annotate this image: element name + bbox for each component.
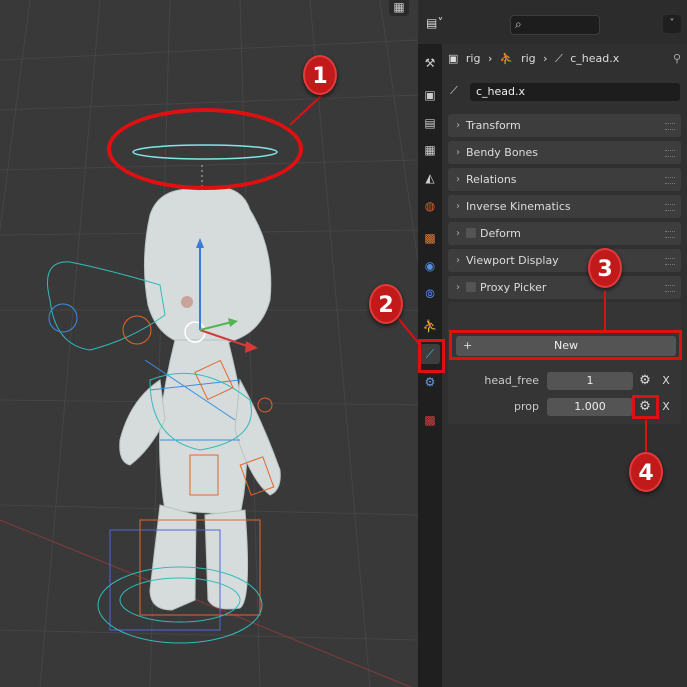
chevron-right-icon: › [456,120,460,131]
bone-properties-panel: ▣ rig › ⛹ rig › ⟋ c_head.x ⚲ ⟋ c_head.x … [442,44,687,687]
scene-tab[interactable]: ◭ [420,168,440,188]
panel-label: Deform [480,227,521,240]
physics-icon: ⦾ [425,287,435,301]
bone-name-row: ⟋ c_head.x [448,82,681,102]
breadcrumb-item-armature[interactable]: rig [521,52,536,65]
callout-3: 3 [588,248,622,288]
viewport-overlay-grid-icon[interactable]: ▦ [389,0,409,16]
panel-label: Proxy Picker [480,281,547,294]
chevron-right-icon: › [456,147,460,158]
bone-icon: ⟋ [555,52,563,65]
texture-icon: ▩ [424,413,436,427]
output-icon: ▤ [424,116,436,130]
character-eye [181,296,193,308]
render-tab[interactable]: ▣ [420,85,440,105]
drag-handle-icon[interactable] [665,177,675,184]
render-icon: ▣ [424,88,436,102]
chevron-right-icon: › [456,255,460,266]
panel-relations[interactable]: › Relations [448,168,681,191]
panel-proxy-picker[interactable]: › Proxy Picker [448,276,681,299]
tool-icon: ⚒ [424,56,436,70]
breadcrumb-separator: › [543,52,548,65]
panel-deform[interactable]: › Deform [448,222,681,245]
drag-handle-icon[interactable] [665,204,675,211]
drag-handle-icon[interactable] [665,231,675,238]
panel-inverse-kinematics[interactable]: › Inverse Kinematics [448,195,681,218]
view-layer-tab[interactable]: ▦ [420,140,440,160]
drag-handle-icon[interactable] [665,150,675,157]
panel-label: Relations [466,173,517,186]
annotation-highlight-bone-tab [418,339,445,373]
object-icon: ▩ [424,231,436,245]
modifiers-tab[interactable]: ◉ [420,256,440,276]
callout-1: 1 [303,55,337,95]
panel-enable-checkbox[interactable] [466,282,476,292]
custom-property-row: head_free 1 ⚙ X [448,372,681,390]
panel-transform[interactable]: › Transform [448,114,681,137]
properties-header: ▤˅ ⌕ ˅ [418,0,687,45]
armature-icon: ⛹ [422,319,438,333]
panel-label: Transform [466,119,521,132]
remove-property-button[interactable]: X [659,398,673,416]
physics-tab[interactable]: ⦾ [420,284,440,304]
remove-property-button[interactable]: X [659,372,673,390]
drag-handle-icon[interactable] [665,285,675,292]
callout-4: 4 [629,452,663,492]
scene-icon: ◭ [425,171,435,185]
output-tab[interactable]: ▤ [420,113,440,133]
object-icon: ▣ [448,52,459,65]
panel-viewport-display[interactable]: › Viewport Display [448,249,681,272]
pin-icon[interactable]: ⚲ [673,52,681,65]
breadcrumb-item-bone[interactable]: c_head.x [570,52,619,65]
modifier-icon: ◉ [424,259,436,273]
editor-type-selector[interactable]: ▤˅ [426,16,450,34]
gear-icon[interactable]: ⚙ [637,372,653,390]
property-value-field[interactable]: 1.000 [547,398,633,416]
chevron-right-icon: › [456,282,460,293]
object-tab[interactable]: ▩ [420,228,440,248]
breadcrumb: ▣ rig › ⛹ rig › ⟋ c_head.x [448,49,682,69]
annotation-highlight-gear [632,395,659,419]
bone-name-field[interactable]: c_head.x [470,83,680,101]
armature-data-tab[interactable]: ⛹ [420,316,440,336]
world-tab[interactable]: ◍ [420,196,440,216]
drag-handle-icon[interactable] [665,123,675,130]
properties-editor-icon: ▤˅ [426,16,444,30]
bone-icon: ⟋ [450,84,458,97]
property-name: prop [514,400,539,413]
search-input[interactable]: ⌕ [510,15,600,35]
panel-label: Viewport Display [466,254,559,267]
panel-label: Bendy Bones [466,146,539,159]
annotation-ellipse [107,108,303,190]
search-icon: ⌕ [515,17,522,31]
chevron-down-icon[interactable]: ˅ [663,15,681,33]
bone-constraints-tab[interactable]: ⚙ [420,372,440,392]
armature-icon: ⛹ [499,52,514,65]
chevron-right-icon: › [456,174,460,185]
3d-viewport[interactable]: ▦ [0,0,418,687]
panel-enable-checkbox[interactable] [466,228,476,238]
property-value-field[interactable]: 1 [547,372,633,390]
tool-tab[interactable]: ⚒ [420,53,440,73]
callout-2: 2 [369,284,403,324]
annotation-highlight-new-button [449,330,682,360]
drag-handle-icon[interactable] [665,258,675,265]
breadcrumb-item-object[interactable]: rig [466,52,481,65]
world-icon: ◍ [424,199,436,213]
viewport-scene [0,0,418,687]
view-layer-icon: ▦ [424,143,436,157]
panel-bendy-bones[interactable]: › Bendy Bones [448,141,681,164]
texture-tab[interactable]: ▩ [420,410,440,430]
bone-constraint-icon: ⚙ [424,375,436,389]
chevron-right-icon: › [456,228,460,239]
breadcrumb-separator: › [487,52,493,65]
chevron-right-icon: › [456,201,460,212]
property-name: head_free [484,374,539,387]
panel-label: Inverse Kinematics [466,200,571,213]
